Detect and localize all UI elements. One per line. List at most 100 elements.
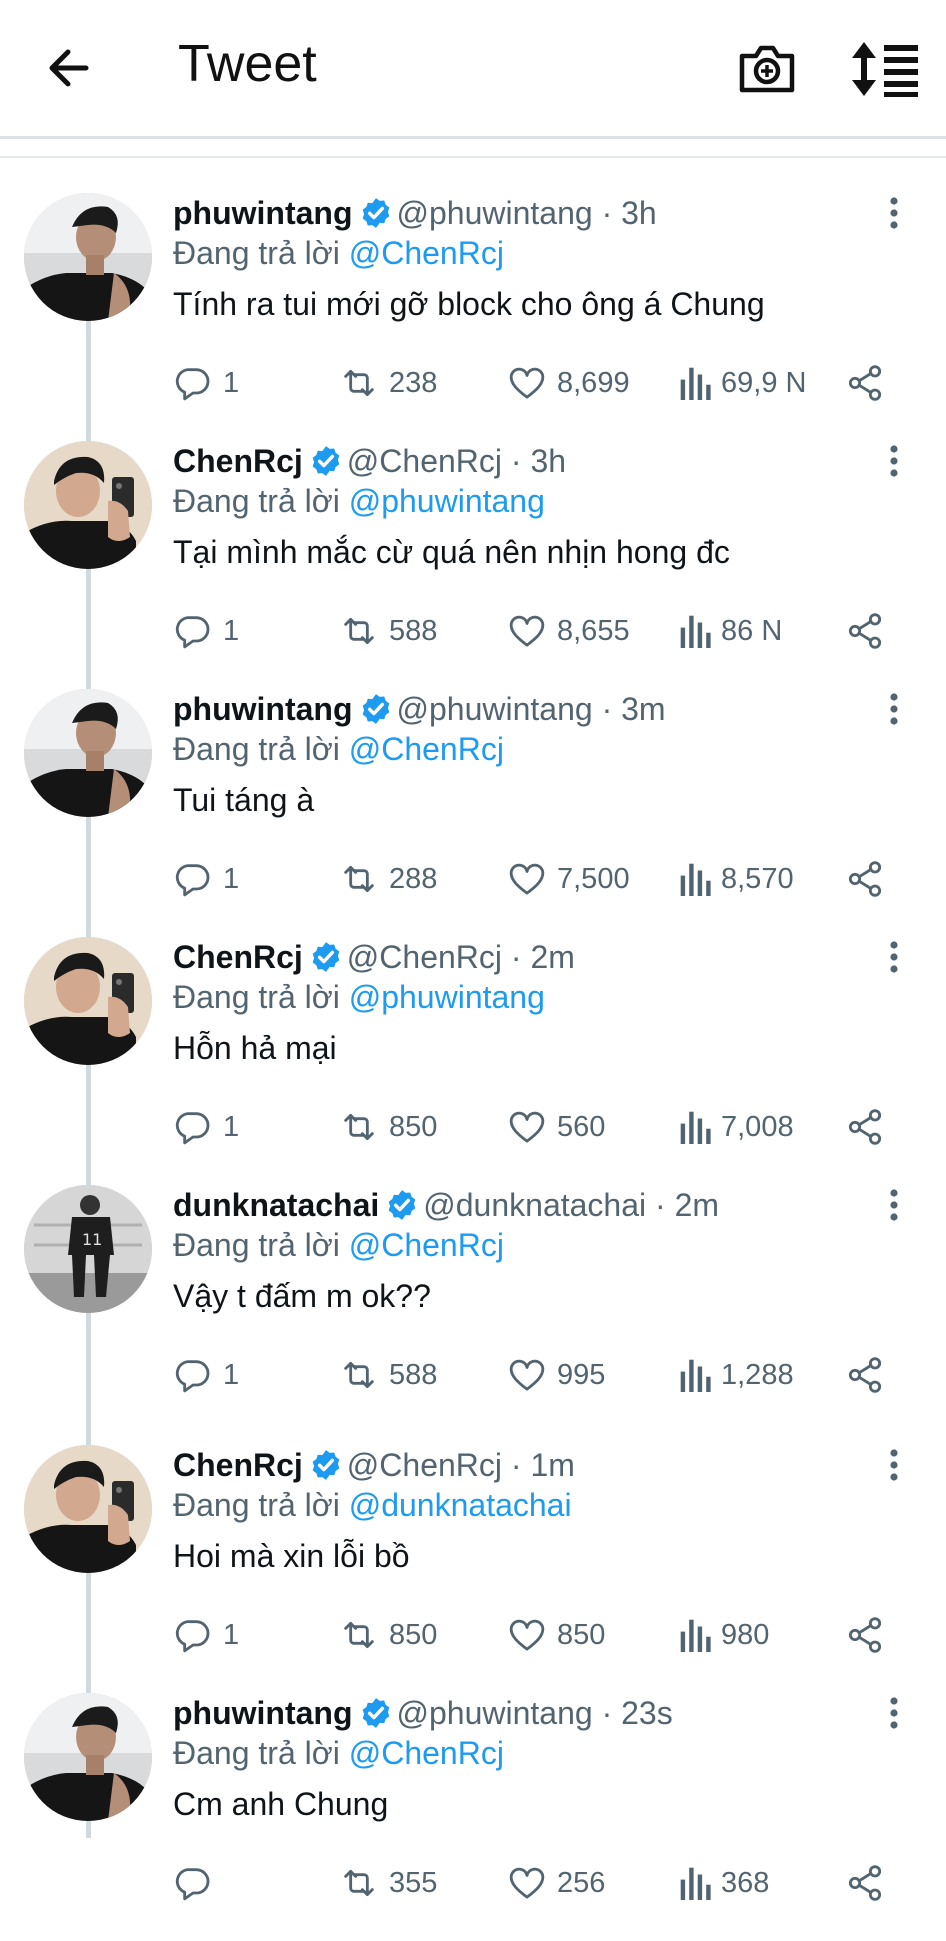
page-title: Tweet [178, 35, 317, 93]
reply-button[interactable]: 1 [173, 1353, 239, 1397]
reply-icon [173, 1355, 213, 1395]
views-button[interactable]: 7,008 [679, 1105, 794, 1149]
tweet-7[interactable]: phuwintang @phuwintang · 23s Đang trả lời… [0, 1693, 946, 1941]
mention-link[interactable]: @ChenRcj [349, 1227, 504, 1263]
dunk-avatar[interactable] [24, 1185, 152, 1313]
display-name[interactable]: dunknatachai [173, 1187, 379, 1223]
more-options-icon[interactable] [880, 937, 908, 977]
like-button[interactable]: 560 [507, 1105, 605, 1149]
mention-link[interactable]: @ChenRcj [349, 1735, 504, 1771]
reply-button[interactable]: 1 [173, 609, 239, 653]
share-button[interactable] [845, 1105, 895, 1149]
views-bar-chart-icon [679, 1616, 713, 1654]
view-count: 69,9 N [721, 366, 807, 399]
mention-link[interactable]: @dunknatachai [349, 1487, 572, 1523]
tweet-1[interactable]: phuwintang @phuwintang · 3h Đang trả lời … [0, 193, 946, 441]
chen-avatar[interactable] [24, 937, 152, 1065]
mention-link[interactable]: @phuwintang [349, 483, 545, 519]
retweet-button[interactable]: 588 [339, 609, 437, 653]
phuwin-avatar[interactable] [24, 193, 152, 321]
share-button[interactable] [845, 361, 895, 405]
share-button[interactable] [845, 857, 895, 901]
mention-link[interactable]: @ChenRcj [349, 235, 504, 271]
retweet-icon [339, 1107, 379, 1147]
tweet-6[interactable]: ChenRcj @ChenRcj · 1m Đang trả lời @dunkn… [0, 1445, 946, 1693]
like-button[interactable]: 850 [507, 1613, 605, 1657]
more-options-icon[interactable] [880, 689, 908, 729]
more-options-icon[interactable] [880, 1185, 908, 1225]
retweet-button[interactable]: 288 [339, 857, 437, 901]
reply-button[interactable]: 1 [173, 1105, 239, 1149]
display-name[interactable]: ChenRcj [173, 443, 303, 479]
display-name[interactable]: phuwintang [173, 1695, 353, 1731]
display-name[interactable]: phuwintang [173, 195, 353, 231]
views-button[interactable]: 86 N [679, 609, 782, 653]
more-options-icon[interactable] [880, 193, 908, 233]
retweet-icon [339, 1355, 379, 1395]
camera-icon[interactable] [736, 38, 798, 100]
share-button[interactable] [845, 609, 895, 653]
display-name[interactable]: phuwintang [173, 691, 353, 727]
replying-to-label: Đang trả lời [173, 731, 340, 767]
like-count: 995 [557, 1358, 606, 1391]
retweet-button[interactable]: 588 [339, 1353, 437, 1397]
more-options-icon[interactable] [880, 1445, 908, 1485]
tweet-5[interactable]: dunknatachai @dunknatachai · 2m Đang trả … [0, 1185, 946, 1433]
tweet-actions: 1 238 8,699 69,9 N [173, 361, 933, 405]
share-button[interactable] [845, 1861, 895, 1905]
like-button[interactable]: 8,655 [507, 609, 630, 653]
tweet-content: ChenRcj @ChenRcj · 1m Đang trả lời @dunkn… [173, 1445, 873, 1577]
reply-button[interactable]: 1 [173, 857, 239, 901]
reply-button[interactable] [173, 1861, 223, 1905]
tweet-text: Cm anh Chung [173, 1786, 389, 1822]
chen-avatar[interactable] [24, 441, 152, 569]
tweet-header: ChenRcj @ChenRcj · 3h [173, 441, 873, 481]
phuwin-avatar[interactable] [24, 689, 152, 817]
tweet-4[interactable]: ChenRcj @ChenRcj · 2m Đang trả lời @phuwi… [0, 937, 946, 1185]
heart-icon [507, 1615, 547, 1655]
divider [0, 156, 946, 158]
reply-button[interactable]: 1 [173, 1613, 239, 1657]
views-bar-chart-icon [679, 612, 713, 650]
tweet-actions: 355 256 368 [173, 1861, 933, 1905]
tweet-2[interactable]: ChenRcj @ChenRcj · 3h Đang trả lời @phuwi… [0, 441, 946, 689]
replying-to: Đang trả lời @ChenRcj [173, 1225, 873, 1265]
tweet-text: Hỗn hả mại [173, 1030, 337, 1066]
views-button[interactable]: 69,9 N [679, 361, 806, 405]
verified-badge-icon [309, 1448, 343, 1482]
reply-button[interactable]: 1 [173, 361, 239, 405]
share-button[interactable] [845, 1353, 895, 1397]
tweet-header: phuwintang @phuwintang · 3h [173, 193, 873, 233]
like-count: 256 [557, 1866, 606, 1899]
like-button[interactable]: 995 [507, 1353, 605, 1397]
display-name[interactable]: ChenRcj [173, 939, 303, 975]
replying-to: Đang trả lời @dunknatachai [173, 1485, 873, 1525]
retweet-button[interactable]: 850 [339, 1613, 437, 1657]
like-button[interactable]: 256 [507, 1861, 605, 1905]
sort-icon[interactable] [850, 40, 922, 98]
more-options-icon[interactable] [880, 441, 908, 481]
mention-link[interactable]: @phuwintang [349, 979, 545, 1015]
tweet-actions: 1 288 7,500 8,570 [173, 857, 933, 901]
views-button[interactable]: 1,288 [679, 1353, 794, 1397]
like-button[interactable]: 7,500 [507, 857, 630, 901]
views-button[interactable]: 980 [679, 1613, 769, 1657]
share-button[interactable] [845, 1613, 895, 1657]
tweet-3[interactable]: phuwintang @phuwintang · 3m Đang trả lời … [0, 689, 946, 937]
chen-avatar[interactable] [24, 1445, 152, 1573]
mention-link[interactable]: @ChenRcj [349, 731, 504, 767]
like-button[interactable]: 8,699 [507, 361, 630, 405]
retweet-button[interactable]: 850 [339, 1105, 437, 1149]
retweet-button[interactable]: 238 [339, 361, 437, 405]
reply-icon [173, 611, 213, 651]
views-button[interactable]: 368 [679, 1861, 769, 1905]
tweet-actions: 1 588 995 1,288 [173, 1353, 933, 1397]
retweet-button[interactable]: 355 [339, 1861, 437, 1905]
more-options-icon[interactable] [880, 1693, 908, 1733]
display-name[interactable]: ChenRcj [173, 1447, 303, 1483]
back-arrow-icon[interactable] [42, 40, 98, 96]
replying-to: Đang trả lời @ChenRcj [173, 233, 873, 273]
share-icon [845, 859, 885, 899]
phuwin-avatar[interactable] [24, 1693, 152, 1821]
views-button[interactable]: 8,570 [679, 857, 794, 901]
